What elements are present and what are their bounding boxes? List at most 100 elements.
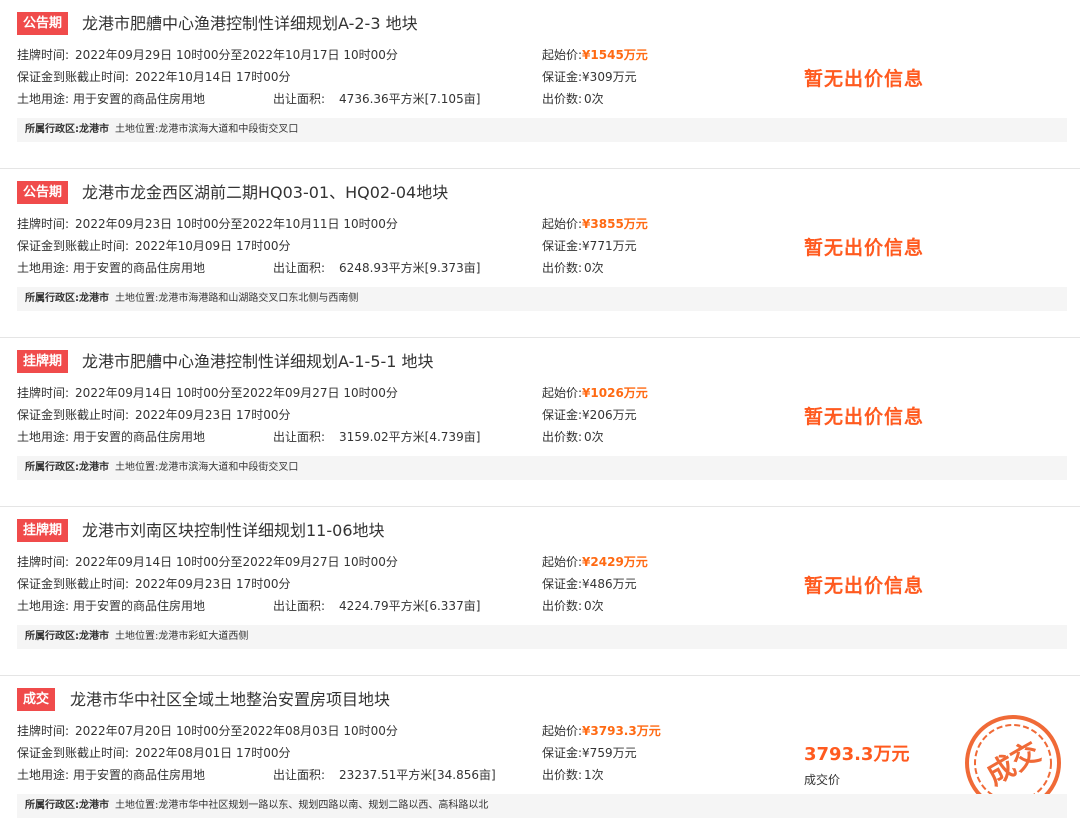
land-listing-card: 挂牌期 龙港市刘南区块控制性详细规划11-06地块 挂牌时间: 2022年09月1… xyxy=(0,507,1080,676)
deposit-deadline-row: 保证金到账截止时间: 2022年08月01日 17时00分 xyxy=(17,746,291,760)
start-price-row: 起始价:¥1545万元 xyxy=(542,48,648,62)
start-price-value: ¥3855万元 xyxy=(582,217,648,231)
location-bar: 所属行政区:龙港市 土地位置:龙港市华中社区规划一路以东、规划四路以南、规划二路以… xyxy=(17,794,1067,818)
district-value: 龙港市 xyxy=(79,631,109,642)
listing-time-row: 挂牌时间: 2022年07月20日 10时00分至2022年08月03日 10时0… xyxy=(17,724,398,738)
bid-count-value: 0次 xyxy=(584,92,604,106)
listing-title-link[interactable]: 龙港市肥艚中心渔港控制性详细规划A-2-3 地块 xyxy=(82,12,418,36)
deposit-deadline-row: 保证金到账截止时间: 2022年09月23日 17时00分 xyxy=(17,577,291,591)
deposit-deadline-value: 2022年10月14日 17时00分 xyxy=(135,70,291,84)
listing-time-value: 2022年09月23日 10时00分至2022年10月11日 10时00分 xyxy=(75,217,398,231)
district-value: 龙港市 xyxy=(79,462,109,473)
listing-time-value: 2022年09月29日 10时00分至2022年10月17日 10时00分 xyxy=(75,48,398,62)
status-badge: 成交 xyxy=(17,688,56,711)
start-price-value: ¥1026万元 xyxy=(582,386,648,400)
bid-count-row: 出价数: 0次 xyxy=(542,430,604,444)
district-value: 龙港市 xyxy=(79,293,109,304)
listing-time-row: 挂牌时间: 2022年09月29日 10时00分至2022年10月17日 10时0… xyxy=(17,48,398,62)
district-value: 龙港市 xyxy=(79,124,109,135)
no-bid-info: 暂无出价信息 xyxy=(804,575,925,597)
land-listing-card: 公告期 龙港市肥艚中心渔港控制性详细规划A-2-3 地块 挂牌时间: 2022年0… xyxy=(0,0,1080,169)
start-price-value: ¥3793.3万元 xyxy=(582,724,661,738)
location-value: 龙港市华中社区规划一路以东、规划四路以南、规划二路以西、高科路以北 xyxy=(158,800,489,811)
listing-time-row: 挂牌时间: 2022年09月14日 10时00分至2022年09月27日 10时0… xyxy=(17,555,398,569)
start-price-row: 起始价:¥1026万元 xyxy=(542,386,648,400)
land-use-row: 土地用途: 用于安置的商品住房用地 xyxy=(17,599,206,613)
location-value: 龙港市滨海大道和中段街交叉口 xyxy=(158,124,299,135)
listing-title-link[interactable]: 龙港市华中社区全域土地整治安置房项目地块 xyxy=(70,688,390,712)
deposit-deadline-row: 保证金到账截止时间: 2022年10月09日 17时00分 xyxy=(17,239,291,253)
deal-price-caption: 成交价 xyxy=(804,773,841,787)
land-listing-card: 公告期 龙港市龙金西区湖前二期HQ03-01、HQ02-04地块 挂牌时间: 20… xyxy=(0,169,1080,338)
status-badge: 公告期 xyxy=(17,12,69,35)
status-badge: 挂牌期 xyxy=(17,519,69,542)
deal-price: 3793.3万元 xyxy=(804,744,910,765)
start-price-row: 起始价:¥3855万元 xyxy=(542,217,648,231)
listing-time-row: 挂牌时间: 2022年09月14日 10时00分至2022年09月27日 10时0… xyxy=(17,386,398,400)
deposit-value: ¥206万元 xyxy=(582,408,637,422)
area-row: 出让面积: 4224.79平方米[6.337亩] xyxy=(273,599,481,613)
no-bid-info: 暂无出价信息 xyxy=(804,406,925,428)
bid-count-value: 0次 xyxy=(584,261,604,275)
no-bid-info: 暂无出价信息 xyxy=(804,68,925,90)
bid-count-row: 出价数: 0次 xyxy=(542,92,604,106)
listing-title-link[interactable]: 龙港市龙金西区湖前二期HQ03-01、HQ02-04地块 xyxy=(82,181,448,205)
area-value: 23237.51平方米[34.856亩] xyxy=(339,768,496,782)
area-value: 3159.02平方米[4.739亩] xyxy=(339,430,481,444)
land-use-value: 用于安置的商品住房用地 xyxy=(73,92,206,106)
status-badge: 挂牌期 xyxy=(17,350,69,373)
listing-title-link[interactable]: 龙港市肥艚中心渔港控制性详细规划A-1-5-1 地块 xyxy=(82,350,434,374)
location-bar: 所属行政区:龙港市 土地位置:龙港市滨海大道和中段街交叉口 xyxy=(17,118,1067,142)
listing-time-value: 2022年09月14日 10时00分至2022年09月27日 10时00分 xyxy=(75,555,398,569)
area-value: 4224.79平方米[6.337亩] xyxy=(339,599,481,613)
land-use-row: 土地用途: 用于安置的商品住房用地 xyxy=(17,768,206,782)
area-row: 出让面积: 3159.02平方米[4.739亩] xyxy=(273,430,481,444)
area-row: 出让面积: 4736.36平方米[7.105亩] xyxy=(273,92,481,106)
deposit-value: ¥759万元 xyxy=(582,746,637,760)
start-price-row: 起始价:¥3793.3万元 xyxy=(542,724,661,738)
bid-count-value: 1次 xyxy=(584,768,604,782)
deposit-row: 保证金:¥206万元 xyxy=(542,408,637,422)
deposit-deadline-row: 保证金到账截止时间: 2022年10月14日 17时00分 xyxy=(17,70,291,84)
land-use-value: 用于安置的商品住房用地 xyxy=(73,430,206,444)
location-value: 龙港市彩虹大道西侧 xyxy=(158,631,249,642)
listing-time-value: 2022年07月20日 10时00分至2022年08月03日 10时00分 xyxy=(75,724,398,738)
location-bar: 所属行政区:龙港市 土地位置:龙港市海港路和山湖路交叉口东北侧与西南侧 xyxy=(17,287,1067,311)
bid-count-row: 出价数: 0次 xyxy=(542,261,604,275)
bid-count-value: 0次 xyxy=(584,430,604,444)
status-badge: 公告期 xyxy=(17,181,69,204)
deposit-deadline-row: 保证金到账截止时间: 2022年09月23日 17时00分 xyxy=(17,408,291,422)
stamp-text: 成交 xyxy=(981,735,1046,792)
deposit-value: ¥771万元 xyxy=(582,239,637,253)
start-price-row: 起始价:¥2429万元 xyxy=(542,555,648,569)
bid-count-row: 出价数: 1次 xyxy=(542,768,604,782)
deposit-row: 保证金:¥759万元 xyxy=(542,746,637,760)
land-listing-card: 挂牌期 龙港市肥艚中心渔港控制性详细规划A-1-5-1 地块 挂牌时间: 2022… xyxy=(0,338,1080,507)
area-row: 出让面积: 6248.93平方米[9.373亩] xyxy=(273,261,481,275)
bid-count-row: 出价数: 0次 xyxy=(542,599,604,613)
bid-count-value: 0次 xyxy=(584,599,604,613)
start-price-value: ¥1545万元 xyxy=(582,48,648,62)
listing-time-row: 挂牌时间: 2022年09月23日 10时00分至2022年10月11日 10时0… xyxy=(17,217,398,231)
listing-time-value: 2022年09月14日 10时00分至2022年09月27日 10时00分 xyxy=(75,386,398,400)
location-bar: 所属行政区:龙港市 土地位置:龙港市彩虹大道西侧 xyxy=(17,625,1067,649)
no-bid-info: 暂无出价信息 xyxy=(804,237,925,259)
deposit-deadline-value: 2022年10月09日 17时00分 xyxy=(135,239,291,253)
deposit-row: 保证金:¥771万元 xyxy=(542,239,637,253)
area-value: 6248.93平方米[9.373亩] xyxy=(339,261,481,275)
listing-title-link[interactable]: 龙港市刘南区块控制性详细规划11-06地块 xyxy=(82,519,385,543)
location-value: 龙港市滨海大道和中段街交叉口 xyxy=(158,462,299,473)
deposit-value: ¥486万元 xyxy=(582,577,637,591)
land-listing-card: 成交 龙港市华中社区全域土地整治安置房项目地块 挂牌时间: 2022年07月20日… xyxy=(0,676,1080,836)
deposit-deadline-value: 2022年08月01日 17时00分 xyxy=(135,746,291,760)
location-bar: 所属行政区:龙港市 土地位置:龙港市滨海大道和中段街交叉口 xyxy=(17,456,1067,480)
area-row: 出让面积: 23237.51平方米[34.856亩] xyxy=(273,768,496,782)
district-value: 龙港市 xyxy=(79,800,109,811)
area-value: 4736.36平方米[7.105亩] xyxy=(339,92,481,106)
land-use-row: 土地用途: 用于安置的商品住房用地 xyxy=(17,92,206,106)
land-use-value: 用于安置的商品住房用地 xyxy=(73,261,206,275)
deposit-value: ¥309万元 xyxy=(582,70,637,84)
land-use-value: 用于安置的商品住房用地 xyxy=(73,599,206,613)
land-use-row: 土地用途: 用于安置的商品住房用地 xyxy=(17,430,206,444)
deposit-row: 保证金:¥486万元 xyxy=(542,577,637,591)
